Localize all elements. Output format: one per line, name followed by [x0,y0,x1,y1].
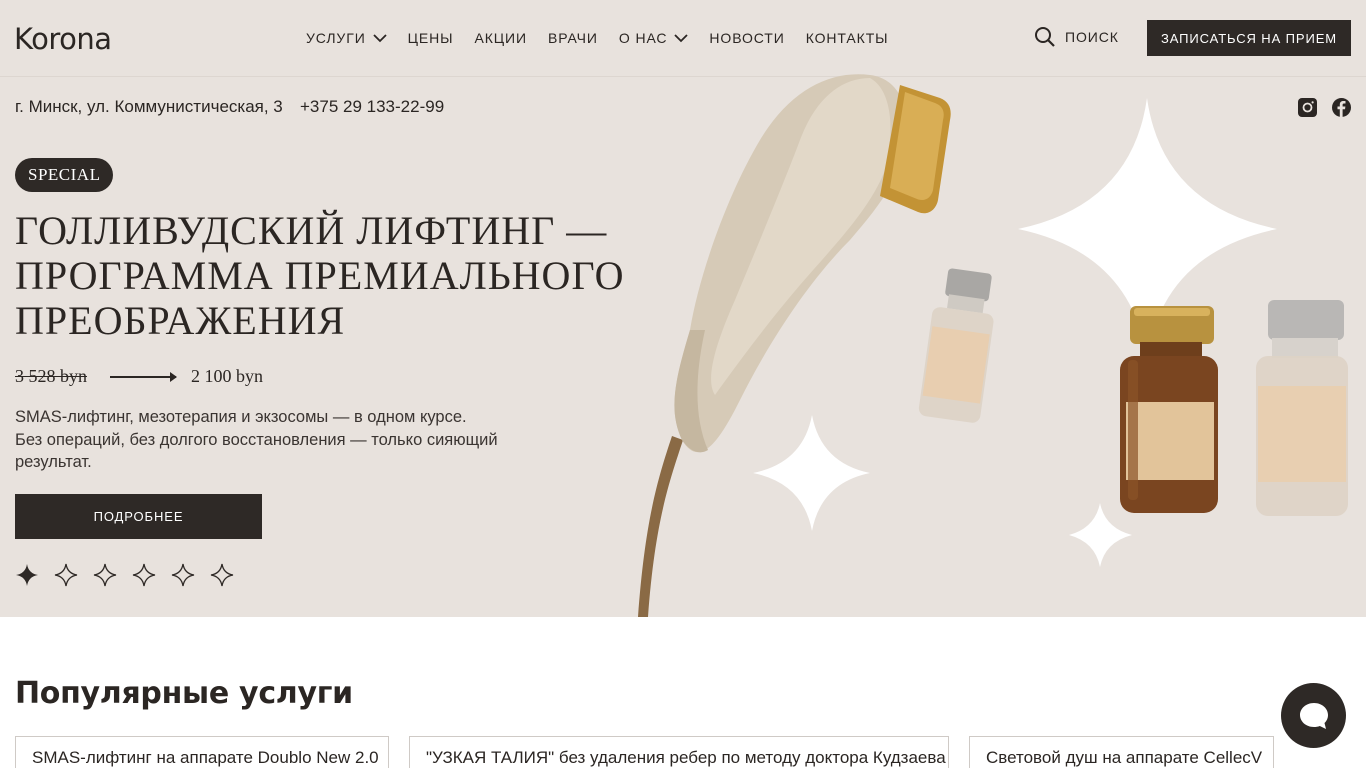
book-appointment-button[interactable]: ЗАПИСАТЬСЯ НА ПРИЕМ [1147,20,1351,56]
nav-item-prices[interactable]: ЦЕНЫ [408,28,454,48]
phone-link[interactable]: +375 29 133-22-99 [300,97,444,117]
special-badge: SPECIAL [15,158,114,192]
nav-item-about[interactable]: О НАС [619,28,689,48]
hero-description: SMAS-лифтинг, мезотерапия и экзосомы — в… [15,406,535,474]
nav-item-doctors[interactable]: ВРАЧИ [548,28,598,48]
old-price: 3 528 byn [15,366,87,386]
search-icon [1035,27,1055,47]
slider-pagination [15,563,249,587]
hero-description-line: Без операций, без долгого восстановления… [15,430,498,449]
nav-item-services[interactable]: УСЛУГИ [306,28,387,48]
logo[interactable]: Korona [14,22,112,56]
main-nav: УСЛУГИ ЦЕНЫ АКЦИИ ВРАЧИ О НАС НОВОСТИ КО… [306,28,909,48]
hero-description-line: SMAS-лифтинг, мезотерапия и экзосомы — в… [15,408,467,426]
nav-item-label: КОНТАКТЫ [805,30,889,46]
nav-item-contacts[interactable]: КОНТАКТЫ [806,28,889,48]
slide-dot-active[interactable] [15,563,39,587]
service-chip[interactable]: "УЗКАЯ ТАЛИЯ" без удаления ребер по мето… [409,736,949,768]
nav-item-label: НОВОСТИ [709,30,785,46]
chat-widget-button[interactable] [1281,683,1346,748]
service-chip[interactable]: Световой душ на аппарате CellecV [969,736,1274,768]
nav-item-label: ВРАЧИ [547,30,598,46]
hero-title: ГОЛЛИВУДСКИЙ ЛИФТИНГ — ПРОГРАММА ПРЕМИАЛ… [15,208,625,343]
slide-dot[interactable] [210,563,234,587]
hero-title-line: ПРОГРАММА ПРЕМИАЛЬНОГО [15,253,625,298]
nav-item-label: ЦЕНЫ [407,30,454,46]
slide-dot[interactable] [93,563,117,587]
new-price: 2 100 byn [191,366,263,386]
nav-item-news[interactable]: НОВОСТИ [709,28,784,48]
slide-dot[interactable] [171,563,195,587]
more-details-button[interactable]: ПОДРОБНЕЕ [15,494,262,539]
slide-dot[interactable] [132,563,156,587]
popular-services-title: Популярные услуги [15,676,353,711]
nav-item-promotions[interactable]: АКЦИИ [474,28,526,48]
hero-section: Korona УСЛУГИ ЦЕНЫ АКЦИИ ВРАЧИ О НАС НОВ… [0,0,1366,617]
hero-description-line: результат. [15,453,92,471]
nav-item-label: УСЛУГИ [306,30,366,46]
nav-item-label: АКЦИИ [474,30,527,46]
address-text: г. Минск, ул. Коммунистическая, 3 [15,97,283,116]
chat-bubble-icon [1299,702,1328,729]
slide-dot[interactable] [54,563,78,587]
chevron-down-icon [674,33,689,42]
hero-title-line: ПРЕОБРАЖЕНИЯ [15,298,346,343]
nav-item-label: О НАС [618,30,668,46]
search-label: ПОИСК [1065,29,1119,45]
chevron-down-icon [373,33,387,42]
hero-title-line: ГОЛЛИВУДСКИЙ ЛИФТИНГ — [15,208,608,253]
arrow-right-icon [110,372,177,382]
service-chip[interactable]: SMAS-лифтинг на аппарате Doublo New 2.0 [15,736,389,768]
hero-product-image [638,74,1348,617]
search-button[interactable]: ПОИСК [1034,26,1119,48]
